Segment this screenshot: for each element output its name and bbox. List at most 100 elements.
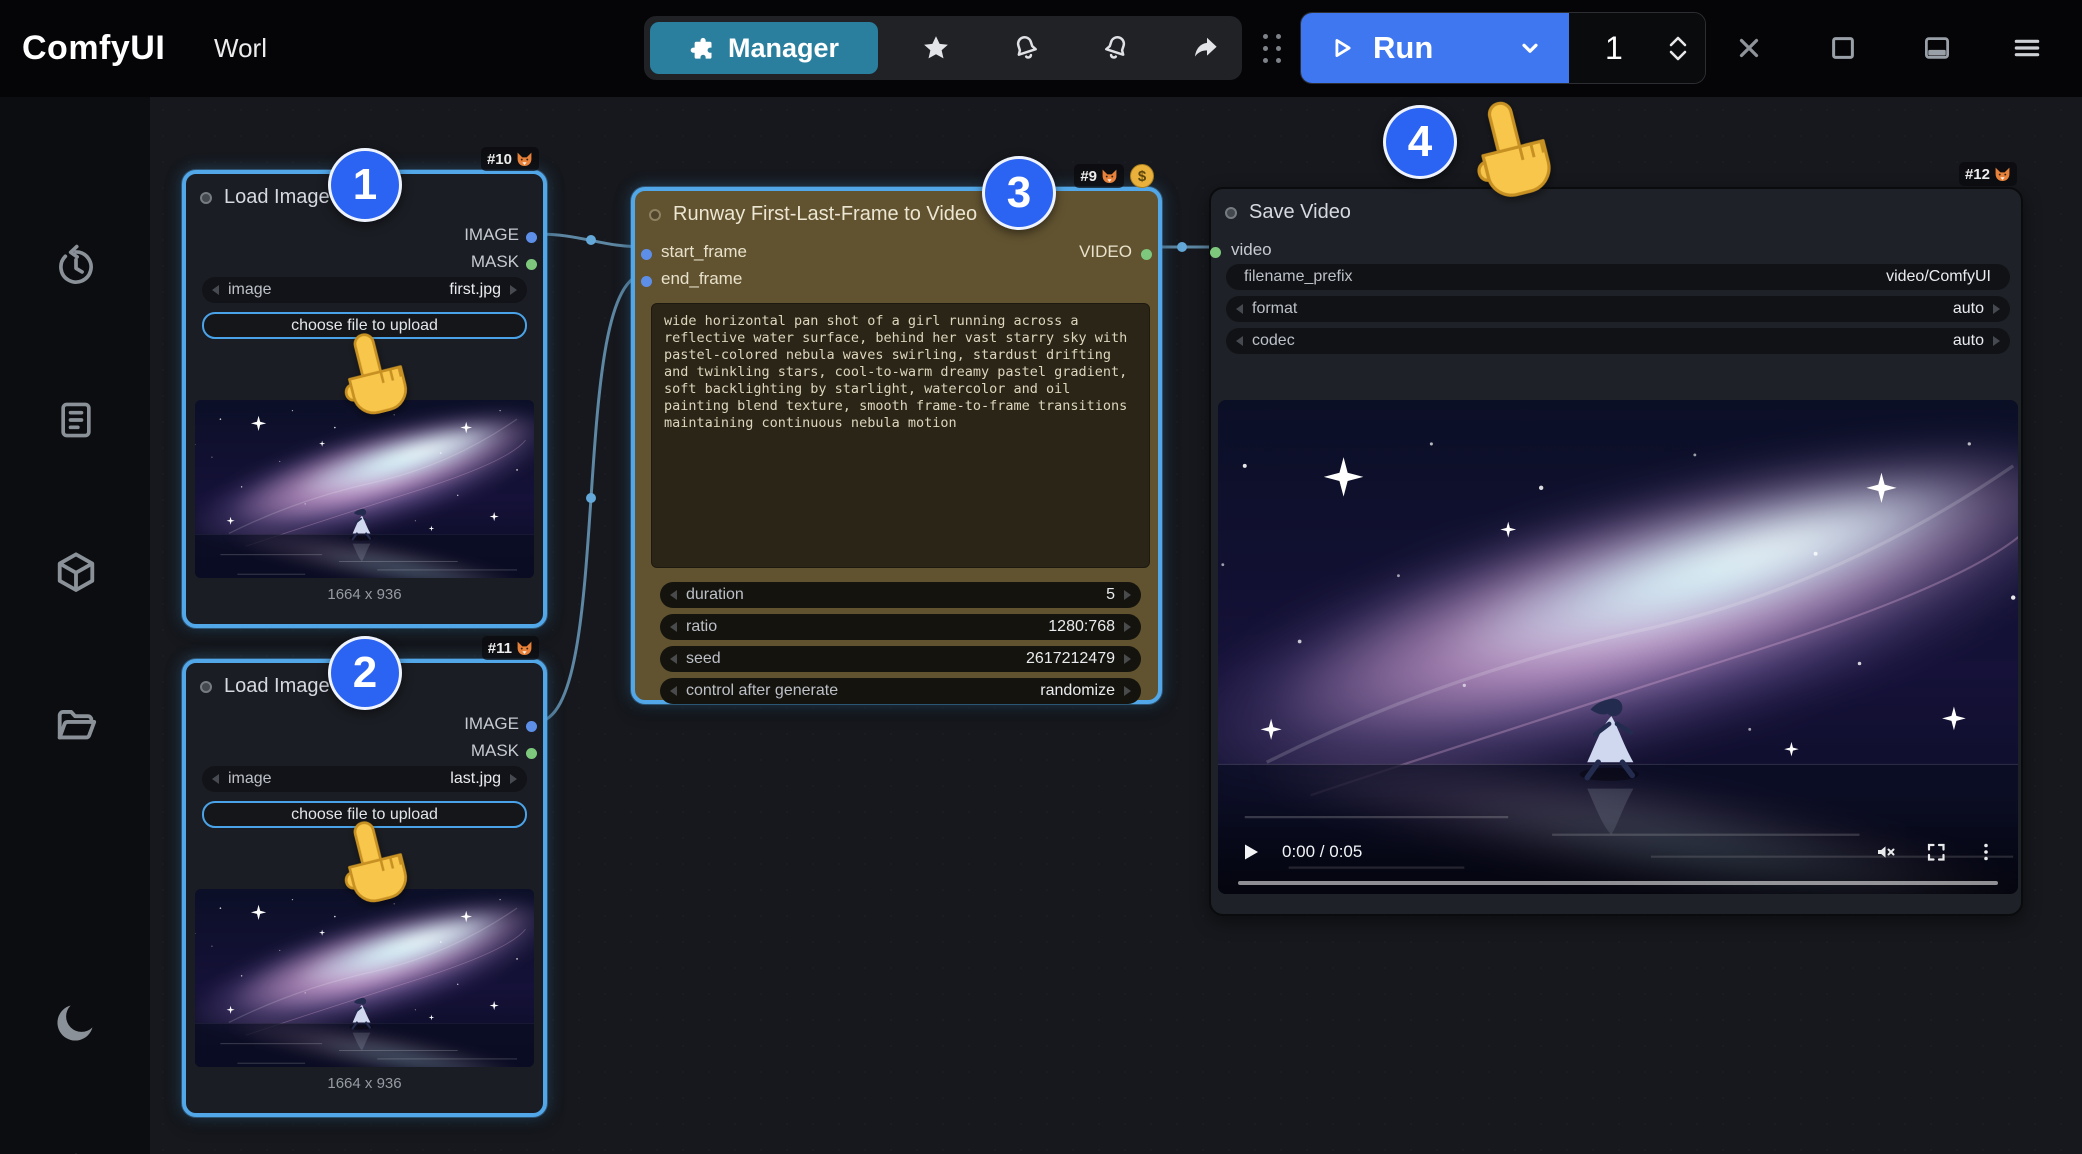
bell-icon [1011,33,1041,63]
widget-label: image [228,281,272,299]
node-badge: #10 [481,147,539,171]
notification-button[interactable] [994,22,1058,74]
left-arrow-icon[interactable] [670,622,677,632]
output-slot-image[interactable] [526,721,537,732]
sidebar-item-node-library[interactable] [44,388,108,452]
api-cost-badge: $ [1130,164,1154,188]
fox-icon [516,640,533,656]
image-dimensions-label: 1664 x 936 [186,586,543,603]
node-title: Save Video [1249,201,1351,224]
kebab-menu-icon[interactable] [1974,840,1998,864]
format-widget[interactable]: format auto [1226,296,2010,322]
right-arrow-icon[interactable] [1124,590,1131,600]
sidebar-item-model-library[interactable] [44,540,108,604]
close-button[interactable] [1727,26,1771,70]
node-badge: #11 [482,636,539,660]
image-select-widget[interactable]: image first.jpg [202,277,527,303]
widget-label: seed [686,650,721,668]
filename-prefix-widget[interactable]: filename_prefix video/ComfyUI [1226,264,2010,290]
mute-icon[interactable] [1874,840,1898,864]
right-arrow-icon[interactable] [1124,622,1131,632]
left-arrow-icon[interactable] [670,654,677,664]
seed-widget[interactable]: seed 2617212479 [660,646,1141,672]
bottom-panel-button[interactable] [1915,26,1959,70]
sidebar-item-workflows[interactable] [44,693,108,757]
fullscreen-icon[interactable] [1924,840,1948,864]
right-arrow-icon[interactable] [1993,304,2000,314]
widget-value: 2617212479 [1026,650,1115,668]
node-header[interactable]: Load Image [200,675,330,698]
node-header[interactable]: Save Video [1225,201,1351,224]
drag-handle-icon[interactable] [1260,30,1284,68]
sidebar [0,97,150,1154]
image-select-widget[interactable]: image last.jpg [202,766,527,792]
app-logo[interactable]: ComfyUI [22,0,165,97]
node-save-video[interactable]: #12 Save Video video filename_prefix vid… [1209,187,2023,916]
left-arrow-icon[interactable] [212,774,219,784]
output-label-mask: MASK [471,252,519,272]
prompt-textarea[interactable]: wide horizontal pan shot of a girl runni… [651,303,1150,568]
video-play-icon[interactable] [1238,840,1262,864]
output-slot-video[interactable] [1141,249,1152,260]
widget-label: control after generate [686,682,838,700]
run-options-chevron-icon[interactable] [1517,35,1543,61]
collapse-dot[interactable] [649,209,661,221]
right-arrow-icon[interactable] [1124,654,1131,664]
collapse-dot[interactable] [200,681,212,693]
right-arrow-icon[interactable] [510,285,517,295]
input-slot-video[interactable] [1210,247,1221,258]
input-label-end-frame: end_frame [661,269,742,289]
video-controls-right [1874,840,1998,864]
collapse-dot[interactable] [1225,207,1237,219]
sidebar-item-history[interactable] [44,235,108,299]
hamburger-icon [2011,32,2043,64]
fox-icon [1101,168,1118,184]
queue-count[interactable]: 1 [1569,13,1705,83]
widget-value: video/ComfyUI [1886,268,1991,286]
run-button[interactable]: Run [1301,13,1569,83]
manager-button[interactable]: Manager [650,22,878,74]
left-arrow-icon[interactable] [1236,304,1243,314]
queue-decrement-icon[interactable] [1669,50,1687,62]
favorites-button[interactable] [904,22,968,74]
right-arrow-icon[interactable] [1124,686,1131,696]
control-after-generate-widget[interactable]: control after generate randomize [660,678,1141,704]
node-id-label: #12 [1965,166,1990,183]
widget-value: 5 [1106,586,1115,604]
node-title: Load Image [224,186,330,209]
widget-label: format [1252,300,1297,318]
notification-muted-button[interactable] [1084,22,1148,74]
workflow-name[interactable]: Worl [214,0,267,97]
ratio-widget[interactable]: ratio 1280:768 [660,614,1141,640]
node-header[interactable]: Load Image [200,186,330,209]
collapse-dot[interactable] [200,192,212,204]
queue-increment-icon[interactable] [1669,35,1687,47]
node-header[interactable]: Runway First-Last-Frame to Video [649,203,977,226]
duration-widget[interactable]: duration 5 [660,582,1141,608]
node-runway-first-last-frame-to-video[interactable]: #9 $ Runway First-Last-Frame to Video st… [631,187,1162,704]
left-arrow-icon[interactable] [1236,336,1243,346]
input-slot-start-frame[interactable] [641,249,652,260]
step-4-badge: 4 [1383,105,1457,179]
output-slot-image[interactable] [526,232,537,243]
sidebar-item-theme-toggle[interactable] [44,990,108,1054]
left-arrow-icon[interactable] [212,285,219,295]
widget-value: auto [1953,300,1984,318]
codec-widget[interactable]: codec auto [1226,328,2010,354]
video-player[interactable]: 0:00 / 0:05 [1218,400,2018,894]
share-button[interactable] [1174,22,1238,74]
widget-label: image [228,770,272,788]
right-arrow-icon[interactable] [1993,336,2000,346]
left-arrow-icon[interactable] [670,686,677,696]
output-slot-mask[interactable] [526,748,537,759]
fox-icon [516,151,533,167]
canvas-toggle-button[interactable] [1821,26,1865,70]
video-progress-bar[interactable] [1238,881,1998,885]
input-slot-end-frame[interactable] [641,276,652,287]
left-arrow-icon[interactable] [670,590,677,600]
right-arrow-icon[interactable] [510,774,517,784]
node-id-label: #9 [1080,168,1097,185]
output-slot-mask[interactable] [526,259,537,270]
sidebar-item-settings[interactable] [44,1143,108,1154]
menu-button[interactable] [2005,26,2049,70]
